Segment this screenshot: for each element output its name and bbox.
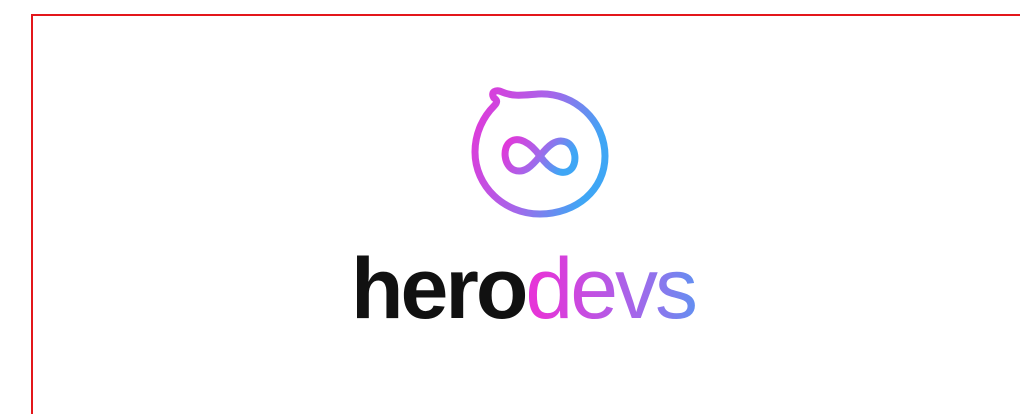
herodevs-wordmark: herodevs bbox=[351, 241, 698, 337]
infinity-loop bbox=[501, 136, 579, 176]
wordmark-devs: devs bbox=[525, 241, 695, 337]
herodevs-logo-mark-icon bbox=[471, 87, 609, 218]
svg-text:herodevs: herodevs bbox=[351, 241, 695, 337]
wordmark-hero: hero bbox=[351, 241, 526, 337]
